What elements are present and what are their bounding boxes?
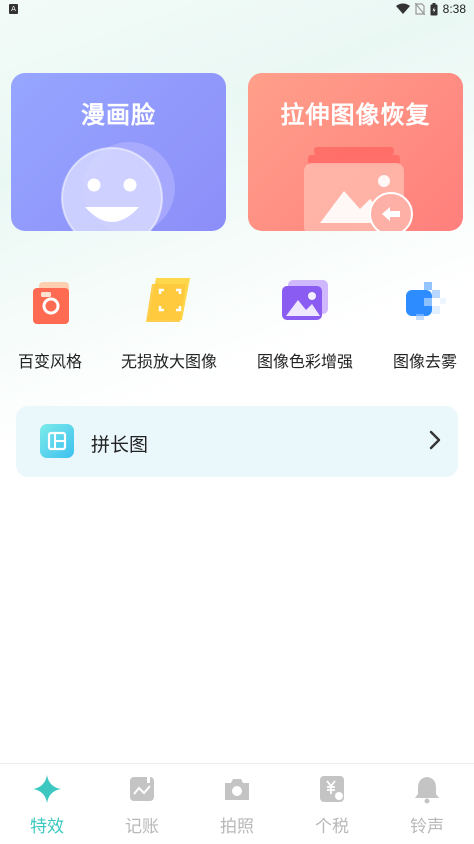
tab-effects[interactable]: 特效 (0, 774, 94, 837)
camera-icon (222, 774, 252, 804)
chevron-right-icon (429, 430, 441, 450)
ledger-icon (127, 774, 157, 804)
tax-icon (317, 774, 347, 804)
style-transfer-label: 百变风格 (17, 352, 82, 371)
camera-style-icon (21, 270, 79, 328)
stitch-icon (40, 424, 74, 458)
bottom-tab-bar: 特效 记账 拍照 个税 铃声 (0, 763, 474, 844)
image-restore-icon (304, 147, 413, 231)
stretch-restore-card[interactable]: 拉伸图像恢复 (248, 73, 463, 231)
long-image-label: 拼长图 (91, 434, 149, 456)
status-icons: 8:38 (395, 2, 466, 16)
upscale-icon (140, 270, 198, 328)
color-enhance-label: 图像色彩增强 (256, 352, 353, 371)
dehaze-icon (396, 270, 454, 328)
color-enhance-tool[interactable]: 图像色彩增强 (250, 270, 360, 372)
tab-bookkeeping[interactable]: 记账 (95, 774, 189, 837)
tab-ringtone-label: 铃声 (410, 817, 444, 837)
bell-icon (412, 774, 442, 804)
long-image-stitch-card[interactable]: 拼长图 (16, 406, 458, 477)
no-sim-icon (414, 3, 425, 15)
style-transfer-tool[interactable]: 百变风格 (10, 270, 90, 372)
tab-camera-label: 拍照 (220, 817, 254, 837)
smiley-face-icon (61, 142, 175, 231)
status-bar: A 8:38 (0, 0, 474, 20)
dehaze-label: 图像去雾 (392, 352, 457, 371)
tools-row: 百变风格 无损放大图像 图像色彩增强 图像去雾 (0, 270, 474, 380)
wifi-icon (395, 3, 410, 14)
tab-effects-label: 特效 (30, 817, 64, 837)
tab-ringtone[interactable]: 铃声 (380, 774, 474, 837)
image-color-icon (276, 270, 334, 328)
tab-bookkeeping-label: 记账 (125, 817, 159, 837)
lossless-upscale-tool[interactable]: 无损放大图像 (114, 270, 224, 372)
battery-icon (430, 2, 438, 15)
app-notification-icon: A (9, 4, 18, 14)
clock: 8:38 (442, 2, 466, 16)
cartoon-face-card[interactable]: 漫画脸 (11, 73, 226, 231)
sparkle-icon (32, 774, 62, 804)
tab-tax-label: 个税 (315, 817, 349, 837)
dehaze-tool[interactable]: 图像去雾 (386, 270, 464, 372)
tab-camera[interactable]: 拍照 (190, 774, 284, 837)
lossless-upscale-label: 无损放大图像 (120, 352, 217, 371)
tab-tax[interactable]: 个税 (285, 774, 379, 837)
